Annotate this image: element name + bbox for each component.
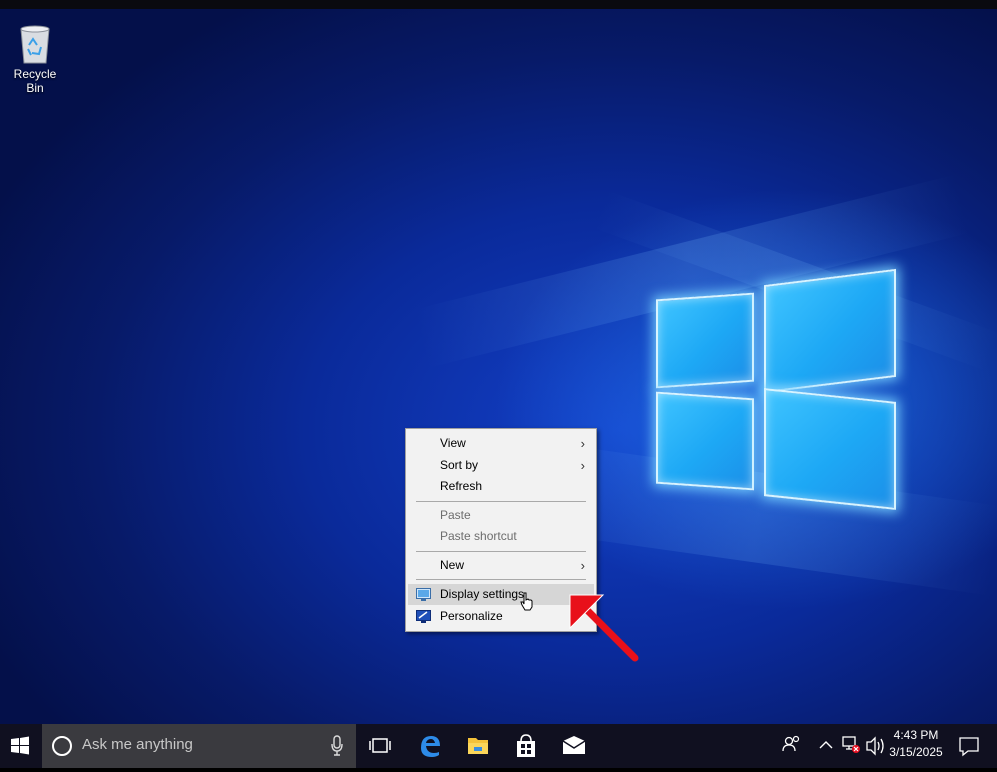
chevron-right-icon: › [580,458,585,473]
windows-start-icon [11,736,29,755]
system-clock[interactable]: 4:43 PM 3/15/2025 [885,727,947,761]
microphone-icon[interactable] [330,735,344,757]
menu-item-label: Paste shortcut [440,529,517,543]
screen-top-border [0,0,997,9]
chevron-right-icon: › [580,436,585,451]
people-icon[interactable] [780,724,804,768]
menu-separator [416,551,586,552]
recycle-bin-shortcut[interactable]: Recycle Bin [4,23,66,95]
windows-logo-pane [656,391,754,491]
chevron-up-icon[interactable] [817,724,835,768]
windows-logo-pane [764,388,896,510]
windows-logo-pane [764,268,896,394]
cortana-search-box[interactable]: Ask me anything [42,724,356,768]
volume-icon[interactable] [864,724,886,768]
edge-button[interactable] [406,724,454,768]
windows-logo-pane [656,292,754,389]
clock-date: 3/15/2025 [889,745,943,759]
display-icon [416,588,431,601]
menu-item-label: Sort by [440,458,479,472]
menu-item-label: New [440,558,465,572]
menu-item-label: Display settings [440,587,525,601]
cortana-icon [52,736,72,756]
mouse-cursor-icon [520,592,533,611]
menu-item-sort-by[interactable]: Sort by › [408,455,594,476]
start-button[interactable] [0,724,40,768]
taskbar: Ask me anything 4:43 PM 3/15/2025 [0,724,997,768]
recycle-bin-icon [20,25,50,64]
menu-item-new[interactable]: New › [408,555,594,576]
chevron-right-icon: › [580,558,585,573]
annotation-arrow-icon [569,594,639,662]
file-explorer-icon [468,738,488,754]
file-explorer-button[interactable] [454,724,502,768]
mail-button[interactable] [550,724,598,768]
menu-item-paste: Paste [408,505,594,526]
search-placeholder: Ask me anything [82,736,193,753]
task-view-icon [369,738,391,753]
recycle-bin-label: Recycle Bin [13,67,57,95]
menu-separator [416,579,586,580]
menu-separator [416,501,586,502]
action-center-icon[interactable] [956,724,982,768]
menu-item-paste-shortcut: Paste shortcut [408,526,594,547]
menu-item-label: View [440,436,466,450]
store-icon [517,734,535,757]
menu-item-refresh[interactable]: Refresh [408,476,594,497]
menu-item-view[interactable]: View › [408,433,594,454]
menu-item-label: Refresh [440,479,483,493]
personalize-icon [416,610,431,623]
task-view-button[interactable] [356,724,404,768]
edge-icon [421,736,440,757]
network-icon[interactable] [840,724,862,768]
clock-time: 4:43 PM [893,728,939,742]
menu-item-label: Personalize [440,609,503,623]
store-button[interactable] [502,724,550,768]
mail-icon [562,736,586,754]
menu-item-label: Paste [440,508,471,522]
